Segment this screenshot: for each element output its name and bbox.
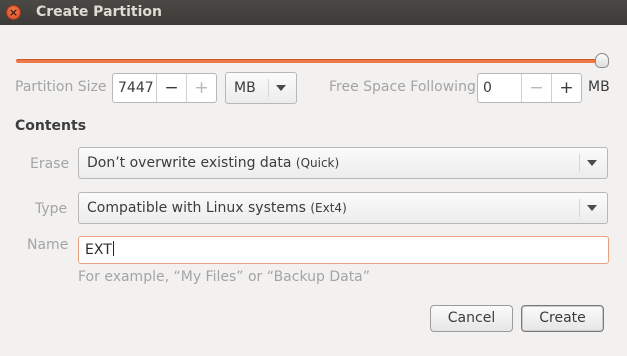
size-unit-value: MB	[234, 80, 256, 96]
free-space-spinner[interactable]: 0 − +	[477, 73, 582, 103]
partition-size-label: Partition Size	[15, 79, 107, 95]
slider-handle[interactable]	[595, 53, 609, 68]
create-button[interactable]: Create	[521, 305, 604, 332]
type-label: Type	[35, 201, 68, 217]
chevron-down-icon	[587, 205, 597, 211]
close-icon: ×	[8, 6, 19, 19]
text-caret	[112, 241, 114, 256]
erase-label: Erase	[30, 156, 70, 172]
name-label: Name	[27, 237, 69, 253]
dropdown-separator	[268, 79, 269, 97]
type-dropdown[interactable]: Compatible with Linux systems (Ext4)	[78, 192, 608, 224]
chevron-down-icon	[276, 85, 286, 91]
partition-size-spinner[interactable]: 7447 − +	[112, 73, 217, 103]
type-value: Compatible with Linux systems (Ext4)	[87, 200, 347, 216]
name-input-value[interactable]: EXT	[85, 242, 112, 258]
partition-size-increment-button[interactable]: +	[186, 74, 216, 102]
chevron-down-icon	[587, 160, 597, 166]
contents-heading: Contents	[15, 118, 87, 134]
partition-size-value[interactable]: 7447	[113, 74, 156, 102]
window-title: Create Partition	[36, 4, 162, 20]
size-unit-dropdown[interactable]: MB	[225, 72, 297, 104]
name-input[interactable]: EXT	[78, 236, 609, 264]
title-bar: × Create Partition	[0, 0, 627, 25]
partition-size-decrement-button[interactable]: −	[156, 74, 186, 102]
create-partition-dialog: × Create Partition Partition Size 7447 −…	[0, 0, 627, 356]
partition-size-slider[interactable]	[16, 59, 604, 63]
erase-dropdown[interactable]: Don’t overwrite existing data (Quick)	[78, 147, 608, 179]
name-example-hint: For example, “My Files” or “Backup Data”	[78, 269, 371, 285]
cancel-button[interactable]: Cancel	[430, 305, 513, 332]
close-button[interactable]: ×	[6, 5, 21, 20]
free-space-value[interactable]: 0	[478, 74, 521, 102]
free-space-decrement-button[interactable]: −	[521, 74, 551, 102]
free-space-increment-button[interactable]: +	[551, 74, 581, 102]
dropdown-separator	[579, 199, 580, 217]
erase-value: Don’t overwrite existing data (Quick)	[87, 155, 340, 171]
free-space-label: Free Space Following	[329, 79, 476, 95]
free-space-unit: MB	[588, 79, 610, 95]
dropdown-separator	[579, 154, 580, 172]
